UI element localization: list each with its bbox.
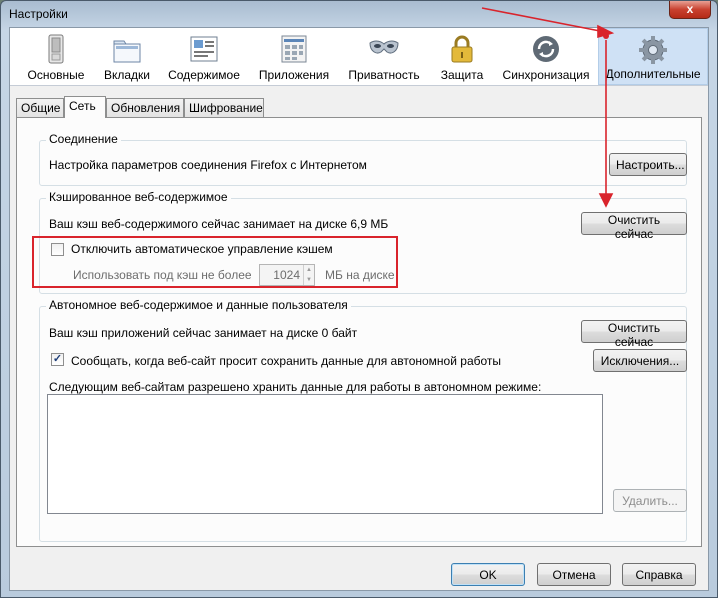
exceptions-button[interactable]: Исключения... <box>593 349 687 372</box>
sync-icon <box>533 36 559 62</box>
remove-site-button[interactable]: Удалить... <box>613 489 687 512</box>
offline-list-label: Следующим веб-сайтам разрешено хранить д… <box>49 380 542 394</box>
padlock-icon <box>451 35 473 63</box>
pane-security[interactable]: Защита <box>430 28 494 85</box>
pane-sync[interactable]: Синхронизация <box>498 28 594 85</box>
pane-toolbar: Основные Вкладки Содержимое Приложения П… <box>10 28 708 86</box>
mask-icon <box>369 40 399 54</box>
connection-settings-button[interactable]: Настроить... <box>609 153 687 176</box>
dialog-body: Основные Вкладки Содержимое Приложения П… <box>9 27 709 591</box>
connection-title: Соединение <box>46 132 121 146</box>
tab-update[interactable]: Обновления <box>106 98 184 117</box>
pane-content[interactable]: Содержимое <box>162 28 246 85</box>
clear-offline-button[interactable]: Очистить сейчас <box>581 320 687 349</box>
settings-window: Настройки x Основные Вкладки Содержимое … <box>0 0 718 598</box>
title-bar: Настройки x <box>1 1 717 27</box>
pane-label: Содержимое <box>168 68 240 82</box>
pane-label: Синхронизация <box>502 68 590 82</box>
pane-privacy[interactable]: Приватность <box>342 28 426 85</box>
pane-label: Защита <box>440 68 484 82</box>
window-title: Настройки <box>9 7 68 21</box>
offline-notify-checkbox[interactable]: ✓ <box>51 353 64 366</box>
offline-cache-text: Ваш кэш приложений сейчас занимает на ди… <box>49 326 358 340</box>
pane-general[interactable]: Основные <box>20 28 92 85</box>
tab-label: Шифрование <box>189 101 263 115</box>
cancel-button[interactable]: Отмена <box>537 563 611 586</box>
tab-label: Общие <box>21 101 61 115</box>
applications-icon <box>281 35 307 63</box>
tab-network[interactable]: Сеть <box>64 96 106 118</box>
pane-label: Приложения <box>258 68 330 82</box>
content-icon <box>190 36 218 62</box>
highlight-box <box>32 236 398 288</box>
pane-label: Основные <box>27 68 85 82</box>
gear-icon <box>639 36 667 64</box>
offline-title: Автономное веб-содержимое и данные польз… <box>46 298 351 312</box>
pane-tabs[interactable]: Вкладки <box>94 28 160 85</box>
close-icon: x <box>686 2 694 16</box>
tab-label: Обновления <box>111 101 181 115</box>
offline-sites-list[interactable] <box>47 394 603 514</box>
pane-applications[interactable]: Приложения <box>250 28 338 85</box>
pane-label: Вкладки <box>103 68 151 82</box>
checkmark-icon: ✓ <box>52 353 63 365</box>
pane-advanced[interactable]: Дополнительные <box>598 28 708 85</box>
close-button[interactable]: x <box>669 1 711 19</box>
pane-label: Дополнительные <box>605 67 701 81</box>
help-button[interactable]: Справка <box>622 563 696 586</box>
cache-size-text: Ваш кэш веб-содержимого сейчас занимает … <box>49 217 389 231</box>
switch-icon <box>48 34 64 64</box>
clear-cache-button[interactable]: Очистить сейчас <box>581 212 687 241</box>
cache-title: Кэшированное веб-содержимое <box>46 190 231 204</box>
ok-button[interactable]: OK <box>451 563 525 586</box>
connection-description: Настройка параметров соединения Firefox … <box>49 158 367 172</box>
tabs-icon <box>113 40 141 63</box>
tab-encryption[interactable]: Шифрование <box>184 98 264 117</box>
network-panel: Соединение Настройка параметров соединен… <box>16 117 702 547</box>
offline-notify-label: Сообщать, когда веб-сайт просит сохранит… <box>71 354 502 368</box>
pane-label: Приватность <box>348 68 420 82</box>
tab-label: Сеть <box>69 99 96 113</box>
tab-general[interactable]: Общие <box>16 98 64 117</box>
